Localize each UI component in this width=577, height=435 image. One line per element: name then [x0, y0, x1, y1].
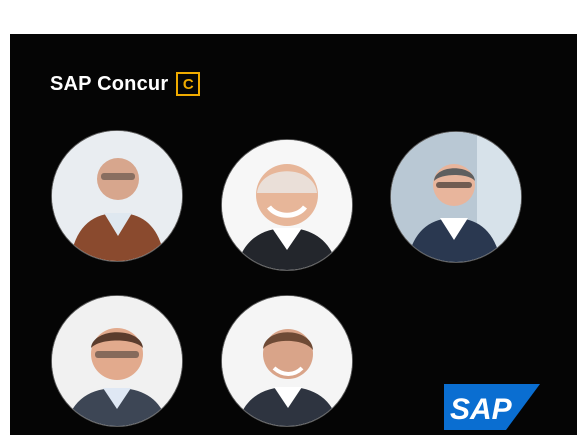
portrait-4	[52, 296, 182, 426]
concur-logo-icon: C	[176, 72, 201, 96]
person-portrait-icon	[52, 131, 182, 261]
person-portrait-icon	[222, 296, 352, 426]
content-panel: SAP Concur C SAP	[10, 34, 577, 435]
portrait-5	[222, 296, 352, 426]
brand-name: SAP Concur	[50, 72, 169, 95]
portrait-3	[391, 132, 521, 262]
sap-logo-icon: SAP	[444, 384, 540, 430]
sap-logo-text: SAP	[450, 393, 513, 426]
person-portrait-icon	[52, 296, 182, 426]
portrait-2	[222, 140, 352, 270]
portrait-1	[52, 131, 182, 261]
person-portrait-icon	[391, 132, 521, 262]
person-portrait-icon	[222, 140, 352, 270]
sap-logo: SAP	[444, 384, 540, 430]
page: SAP Concur C SAP	[0, 0, 577, 435]
sap-concur-brand: SAP Concur C	[50, 72, 201, 96]
